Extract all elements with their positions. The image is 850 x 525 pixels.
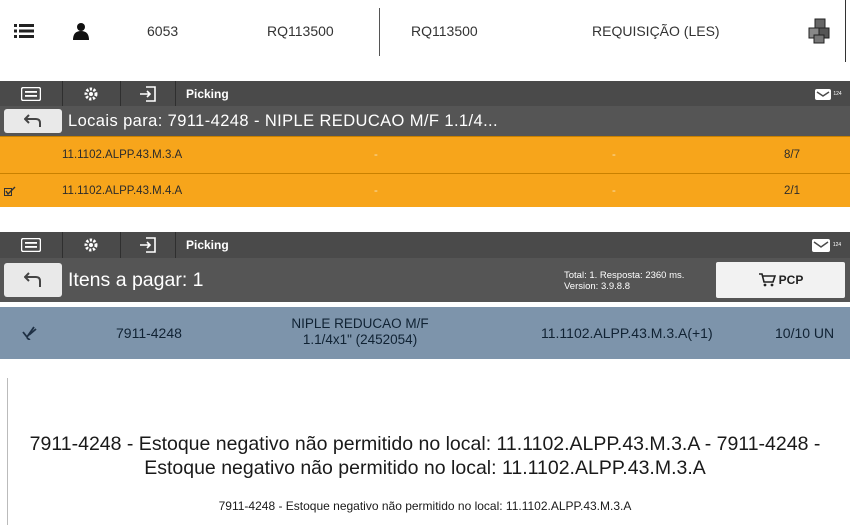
- item-qty: 10/10 UN: [775, 325, 835, 341]
- settings-button[interactable]: [62, 81, 120, 106]
- status-total: Total: 1. Resposta: 2360 ms.: [564, 270, 685, 281]
- toolbar-2: Picking 124: [0, 232, 850, 258]
- back-button[interactable]: [4, 109, 62, 133]
- toolbar-1: Picking 124: [0, 81, 850, 106]
- toolbar-title: Picking: [186, 86, 229, 101]
- item-location: 11.1102.ALPP.43.M.3.A(+1): [541, 325, 713, 341]
- header-req-2: RQ113500: [411, 23, 478, 39]
- item-code: 7911-4248: [116, 325, 182, 341]
- list-view-button[interactable]: [0, 232, 62, 258]
- location-col3: -: [612, 149, 616, 161]
- location-code: 11.1102.ALPP.43.M.4.A: [62, 184, 183, 197]
- location-row[interactable]: 11.1102.ALPP.43.M.4.A - - 2/1: [0, 174, 850, 207]
- user-icon[interactable]: [72, 0, 94, 62]
- back-button[interactable]: [4, 263, 62, 297]
- location-col2: -: [374, 184, 378, 197]
- message-area: 7911-4248 - Estoque negativo não permiti…: [0, 378, 850, 525]
- location-code: 11.1102.ALPP.43.M.3.A: [62, 149, 183, 161]
- pcp-label: PCP: [778, 273, 804, 287]
- header-divider: [379, 8, 380, 56]
- login-button[interactable]: [120, 232, 175, 258]
- item-desc-line1: NIPLE REDUCAO M/F: [291, 316, 429, 331]
- list-menu-icon[interactable]: [14, 0, 40, 62]
- status-info: Total: 1. Resposta: 2360 ms. Version: 3.…: [564, 270, 684, 292]
- toolbar-title: Picking: [186, 238, 229, 252]
- location-col2: -: [374, 149, 378, 161]
- location-row[interactable]: 11.1102.ALPP.43.M.3.A - - 8/7: [0, 137, 850, 173]
- item-desc-line2: 1.1/4x1" (2452054): [302, 332, 418, 347]
- boxes-icon[interactable]: [806, 0, 834, 62]
- header-code: 6053: [147, 23, 179, 39]
- cart-icon: [758, 273, 776, 287]
- location-qty: 8/7: [784, 149, 800, 161]
- inbox-badge: 124: [832, 242, 842, 248]
- location-qty: 2/1: [784, 184, 800, 197]
- settings-button[interactable]: [62, 232, 120, 258]
- inbox-icon[interactable]: 124: [804, 232, 848, 258]
- items-header: Itens a pagar: 1 Total: 1. Resposta: 236…: [0, 258, 850, 302]
- location-col3: -: [612, 184, 616, 197]
- top-header: 6053 RQ113500 RQ113500 REQUISIÇÃO (LES): [0, 0, 850, 62]
- list-view-button[interactable]: [0, 81, 62, 106]
- header-req-type: REQUISIÇÃO (LES): [592, 23, 720, 39]
- item-row[interactable]: 7911-4248 NIPLE REDUCAO M/F 1.1/4x1" (24…: [0, 307, 850, 359]
- item-description: NIPLE REDUCAO M/F 1.1/4x1" (2452054): [260, 316, 460, 348]
- status-version: Version: 3.9.8.8: [564, 281, 631, 292]
- error-message: 7911-4248 - Estoque negativo não permiti…: [29, 433, 821, 479]
- locations-header: Locais para: 7911-4248 - NIPLE REDUCAO M…: [0, 106, 850, 136]
- login-button[interactable]: [120, 81, 175, 106]
- locations-heading: Locais para: 7911-4248 - NIPLE REDUCAO M…: [68, 111, 499, 130]
- inbox-icon[interactable]: 124: [808, 81, 848, 106]
- checkbox-checked-icon[interactable]: [4, 174, 16, 207]
- items-heading: Itens a pagar: 1: [68, 268, 204, 291]
- header-right-border: [845, 0, 846, 62]
- double-check-icon: [22, 307, 38, 359]
- error-message-detail: 7911-4248 - Estoque negativo não permiti…: [218, 499, 632, 513]
- header-req-1: RQ113500: [267, 23, 334, 39]
- inbox-badge: 124: [833, 90, 842, 97]
- pcp-button[interactable]: PCP: [716, 262, 845, 298]
